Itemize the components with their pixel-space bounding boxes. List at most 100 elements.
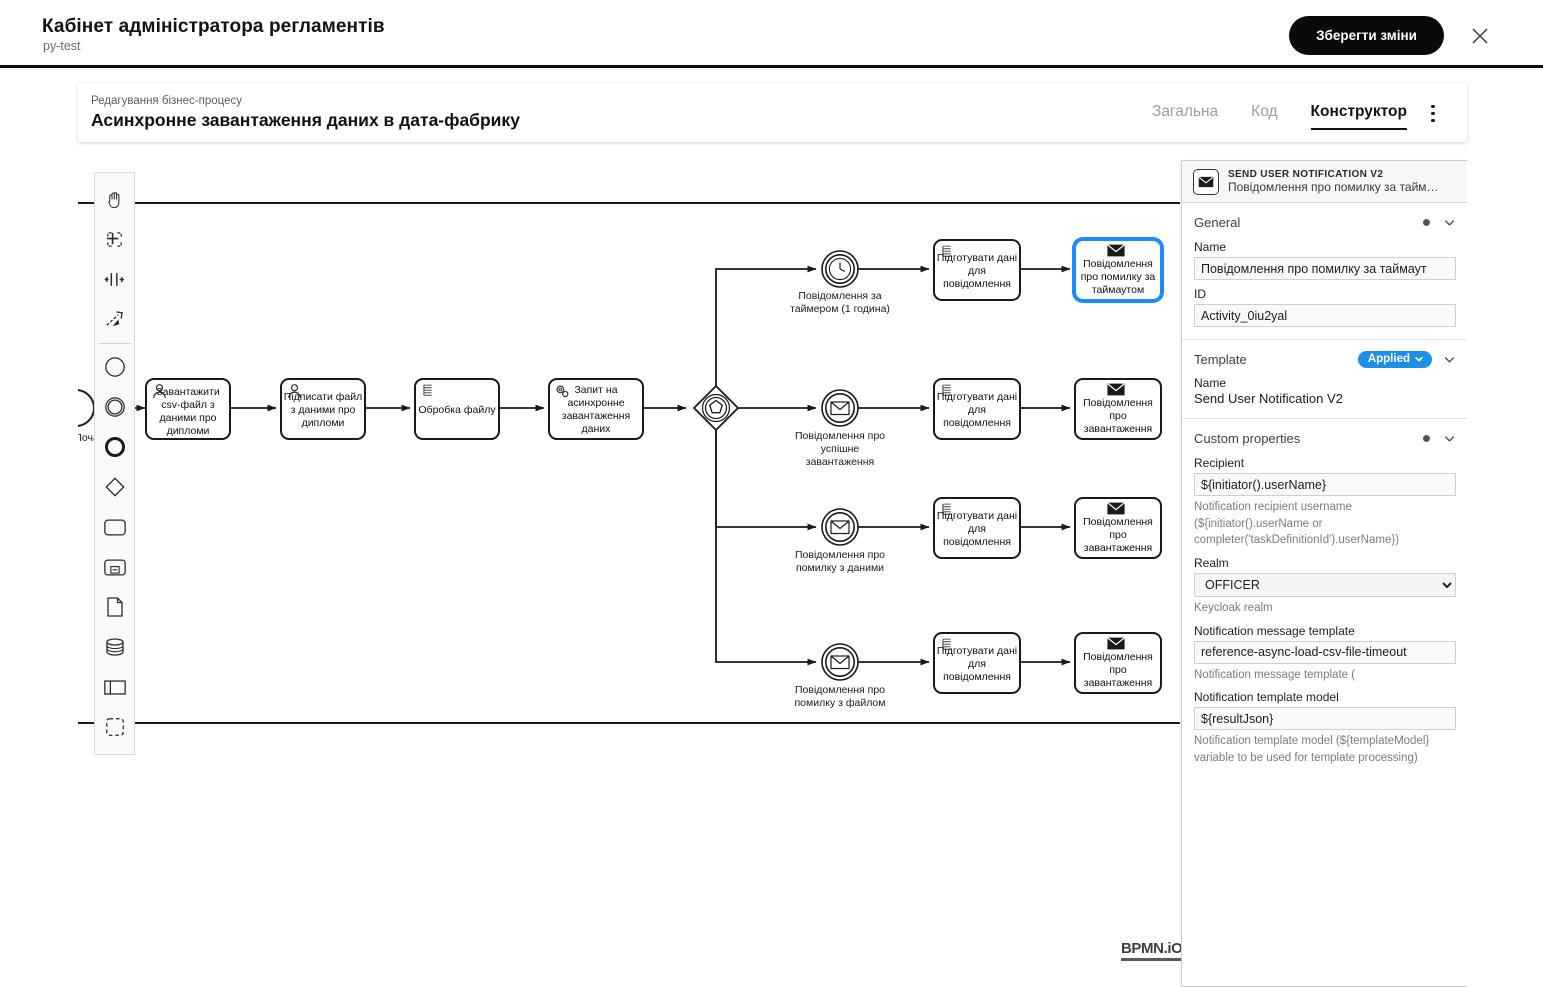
kebab-menu-icon[interactable]	[1423, 103, 1443, 124]
task-async-load-request[interactable]: Запит на асинхронне завантаження даних	[548, 378, 644, 440]
task-label: Підписати файл з даними про дипломи	[283, 391, 363, 429]
name-field-label: Name	[1194, 240, 1227, 254]
intermediate-event-icon[interactable]	[96, 387, 134, 427]
chevron-down-icon[interactable]	[1443, 216, 1456, 229]
envelope-icon	[1107, 244, 1125, 257]
global-connect-tool-icon[interactable]	[96, 299, 134, 339]
tab-bar: Загальна Код Конструктор	[1152, 83, 1408, 142]
envelope-icon	[1107, 637, 1125, 650]
task-label: Обробка файлу	[418, 404, 496, 416]
group-title: General	[1194, 214, 1241, 230]
save-button[interactable]: Зберегти зміни	[1289, 16, 1444, 55]
bpmn-canvas[interactable]: Початок Завантажити csv-файл з даними пр…	[78, 150, 1467, 987]
recipient-label: Recipient	[1194, 456, 1245, 470]
id-input[interactable]	[1194, 304, 1456, 327]
element-type-label: Send User Notification V2	[1228, 169, 1384, 180]
space-tool-icon[interactable]	[96, 259, 134, 299]
palette-divider	[98, 343, 131, 344]
participant-icon[interactable]	[96, 667, 134, 707]
badge-label: Applied	[1367, 352, 1410, 365]
task-notify-load-2[interactable]: Повідомлення про завантаження	[1074, 497, 1162, 559]
end-event-icon[interactable]	[96, 427, 134, 467]
group-title: Custom properties	[1194, 430, 1301, 446]
message-template-label: Notification message template	[1194, 623, 1355, 638]
template-model-input[interactable]	[1194, 707, 1456, 731]
task-label: Підготувати дані для повідомлення	[936, 510, 1018, 548]
envelope-icon	[1107, 383, 1125, 396]
task-label: Повідомлення про помилку за таймаутом	[1080, 258, 1156, 296]
app-header: Кабінет адміністратора регламентів py-te…	[0, 0, 1543, 68]
task-prepare-notification-3[interactable]: Підготувати дані для повідомлення	[933, 497, 1021, 559]
bpmn-io-logo[interactable]: BPMN.iO	[1121, 940, 1183, 961]
template-applied-badge[interactable]: Applied	[1357, 350, 1432, 368]
tab-code[interactable]: Код	[1251, 103, 1277, 123]
realm-hint: Keycloak realm	[1194, 602, 1273, 615]
task-upload-csv[interactable]: Завантажити csv-файл з даними про диплом…	[145, 378, 231, 440]
realm-label: Realm	[1194, 556, 1229, 571]
task-label: Підготувати дані для повідомлення	[936, 645, 1018, 683]
template-model-label: Notification template model	[1194, 690, 1339, 705]
task-label: Повідомлення про завантаження	[1083, 516, 1153, 554]
template-name-label: Name	[1194, 376, 1227, 390]
chevron-down-icon[interactable]	[1443, 353, 1456, 366]
task-prepare-notification-1[interactable]: Підготувати дані для повідомлення	[933, 239, 1021, 301]
tab-general[interactable]: Загальна	[1152, 103, 1218, 123]
chevron-down-icon[interactable]	[1443, 432, 1456, 445]
properties-group-template: Template Applied Name Send User Notifica…	[1182, 340, 1467, 419]
tab-constructor[interactable]: Конструктор	[1310, 103, 1408, 130]
editor-bar: Редагування бізнес-процесу Асинхронне за…	[78, 83, 1467, 142]
task-prepare-notification-2[interactable]: Підготувати дані для повідомлення	[933, 378, 1021, 440]
element-name-label: Повідомлення про помилку за тайм…	[1228, 180, 1439, 194]
lasso-tool-icon[interactable]	[96, 219, 134, 259]
task-notify-load-3[interactable]: Повідомлення про завантаження	[1074, 632, 1162, 694]
envelope-icon	[1193, 168, 1219, 195]
task-notify-timeout-error[interactable]: Повідомлення про помилку за таймаутом	[1074, 239, 1162, 301]
task-sign-file[interactable]: Підписати файл з даними про дипломи	[280, 378, 366, 440]
task-label: Повідомлення про завантаження	[1083, 651, 1153, 689]
data-object-icon[interactable]	[96, 587, 134, 627]
task-label: Підготувати дані для повідомлення	[936, 252, 1018, 290]
task-notify-load-1[interactable]: Повідомлення про завантаження	[1074, 378, 1162, 440]
template-model-hint: Notification template model (${templateM…	[1194, 735, 1430, 765]
group-icon[interactable]	[96, 707, 134, 747]
hand-tool-icon[interactable]	[96, 179, 134, 219]
name-input[interactable]	[1194, 257, 1456, 280]
page-title: Асинхронне завантаження даних в дата-фаб…	[91, 110, 520, 130]
task-label: Запит на асинхронне завантаження даних	[561, 384, 631, 435]
envelope-icon	[1107, 502, 1125, 515]
properties-group-general: General Name ID	[1182, 203, 1467, 340]
message-template-hint: Notification message template (	[1194, 668, 1356, 681]
data-store-icon[interactable]	[96, 627, 134, 667]
realm-select[interactable]: OFFICER	[1194, 573, 1456, 598]
task-prepare-notification-4[interactable]: Підготувати дані для повідомлення	[933, 632, 1021, 694]
breadcrumb: Редагування бізнес-процесу	[91, 95, 242, 107]
subprocess-icon[interactable]	[96, 547, 134, 587]
recipient-input[interactable]	[1194, 473, 1456, 496]
properties-panel-header: Send User Notification V2 Повідомлення п…	[1182, 161, 1467, 203]
properties-panel: Send User Notification V2 Повідомлення п…	[1181, 160, 1467, 987]
recipient-hint: Notification recipient username (${initi…	[1194, 501, 1400, 547]
group-title: Template	[1194, 351, 1247, 367]
script-task-icon	[423, 384, 432, 396]
task-label: Повідомлення про завантаження	[1083, 397, 1153, 435]
group-status-dot	[1423, 434, 1430, 442]
task-icon[interactable]	[96, 507, 134, 547]
group-status-dot	[1423, 218, 1430, 226]
chevron-down-icon	[1415, 356, 1423, 362]
template-name-value: Send User Notification V2	[1194, 391, 1343, 406]
task-label: Підготувати дані для повідомлення	[936, 391, 1018, 429]
group-header-template[interactable]: Template Applied	[1194, 348, 1456, 370]
task-process-file[interactable]: Обробка файлу	[414, 378, 500, 440]
properties-group-custom: Custom properties Recipient Notification…	[1182, 419, 1467, 779]
message-template-input[interactable]	[1194, 640, 1456, 664]
start-event-icon[interactable]	[96, 347, 134, 387]
task-label: Завантажити csv-файл з даними про диплом…	[156, 386, 220, 437]
bpmn-palette[interactable]	[94, 172, 135, 755]
id-field-label: ID	[1194, 287, 1206, 301]
close-icon[interactable]	[1467, 23, 1493, 49]
gateway-icon[interactable]	[96, 467, 134, 507]
app-subtitle: py-test	[43, 39, 81, 53]
group-header-general[interactable]: General	[1194, 211, 1456, 233]
group-header-custom[interactable]: Custom properties	[1194, 427, 1456, 449]
app-title: Кабінет адміністратора регламентів	[42, 16, 385, 37]
